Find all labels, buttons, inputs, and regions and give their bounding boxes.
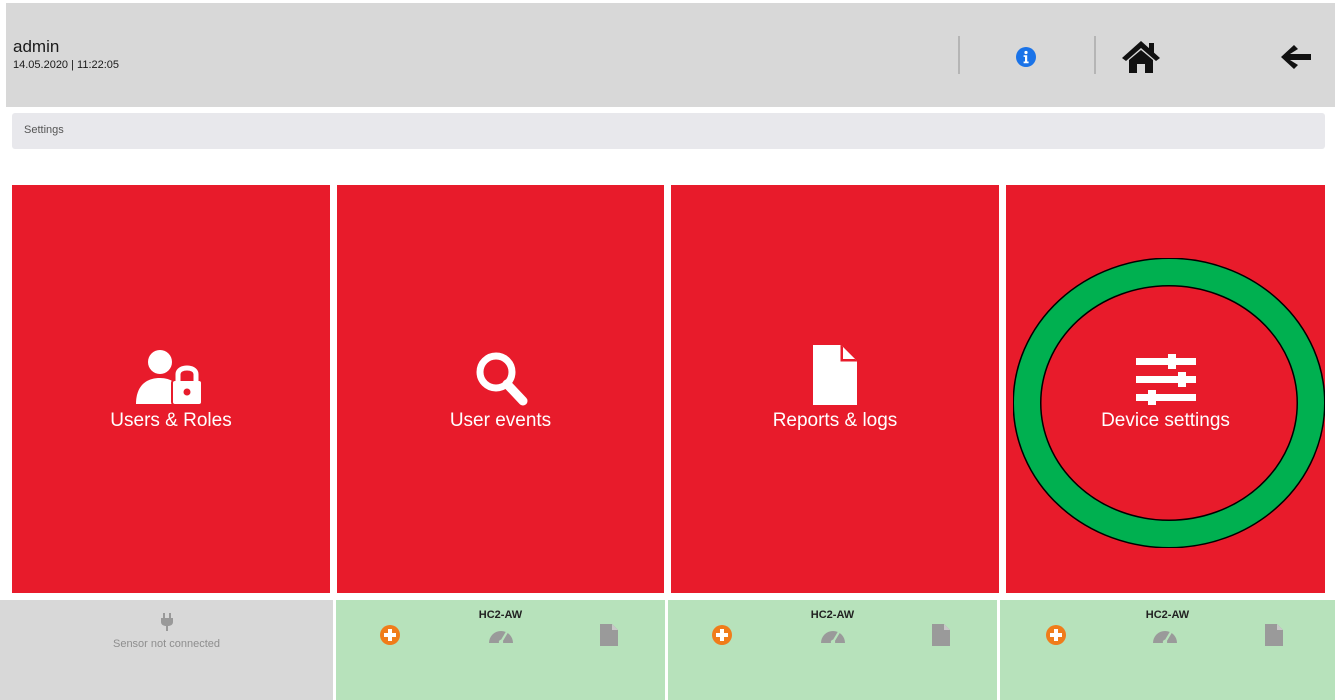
file-icon [932, 624, 950, 646]
reports-logs-tile[interactable]: Reports & logs [671, 185, 999, 593]
home-button[interactable] [1119, 35, 1163, 79]
log-file-button[interactable] [1261, 622, 1287, 648]
log-file-button[interactable] [928, 622, 954, 648]
gauge-button[interactable] [488, 622, 514, 648]
back-button[interactable] [1274, 35, 1318, 79]
user-info: admin 14.05.2020 | 11:22:05 [13, 37, 119, 72]
info-icon [1016, 47, 1036, 67]
gauge-button[interactable] [820, 622, 846, 648]
add-button[interactable] [709, 622, 735, 648]
sensor-name: HC2-AW [810, 609, 855, 621]
date-time: 14.05.2020 | 11:22:05 [13, 59, 120, 71]
sensor-slot: HC2-AW [1000, 600, 1335, 700]
tile-label: User events [449, 410, 552, 431]
tile-label: Users & Roles [110, 410, 232, 431]
gauge-icon [1153, 631, 1177, 645]
users-roles-tile[interactable]: Users & Roles [12, 185, 330, 593]
sensor-name: HC2-AW [478, 609, 523, 621]
header-divider [1094, 36, 1096, 74]
sensor-slot: HC2-AW [668, 600, 997, 700]
top-bar: admin 14.05.2020 | 11:22:05 [6, 3, 1335, 107]
add-icon [380, 625, 400, 645]
info-button[interactable] [1004, 35, 1048, 79]
add-icon [1046, 625, 1066, 645]
user-events-tile[interactable]: User events [337, 185, 664, 593]
search-icon [476, 352, 527, 406]
sensor-slot: HC2-AW [336, 600, 665, 700]
breadcrumb: Settings [12, 113, 1325, 149]
sensor-status: Sensor not connected [112, 638, 221, 650]
file-icon [1265, 624, 1283, 646]
tile-label: Device settings [1101, 410, 1230, 431]
add-icon [712, 625, 732, 645]
file-icon [813, 345, 857, 405]
plug-icon [160, 613, 173, 631]
device-settings-tile[interactable]: Device settings [1006, 185, 1325, 593]
gauge-icon [821, 631, 845, 645]
sliders-icon [1135, 354, 1196, 405]
settings-page: admin 14.05.2020 | 11:22:05 Settings Use… [0, 0, 1335, 700]
header-divider [958, 36, 960, 74]
home-icon [1122, 41, 1160, 73]
add-button[interactable] [377, 622, 403, 648]
gauge-icon [489, 631, 513, 645]
tile-label: Reports & logs [772, 410, 898, 431]
add-button[interactable] [1043, 622, 1069, 648]
file-icon [600, 624, 618, 646]
gauge-button[interactable] [1152, 622, 1178, 648]
sensor-name: HC2-AW [1145, 609, 1190, 621]
back-arrow-icon [1281, 45, 1311, 69]
user-name: admin [13, 37, 60, 56]
sensor-slot-empty: Sensor not connected [0, 600, 333, 700]
user-lock-icon [136, 350, 203, 406]
breadcrumb-label: Settings [24, 124, 64, 136]
log-file-button[interactable] [596, 622, 622, 648]
